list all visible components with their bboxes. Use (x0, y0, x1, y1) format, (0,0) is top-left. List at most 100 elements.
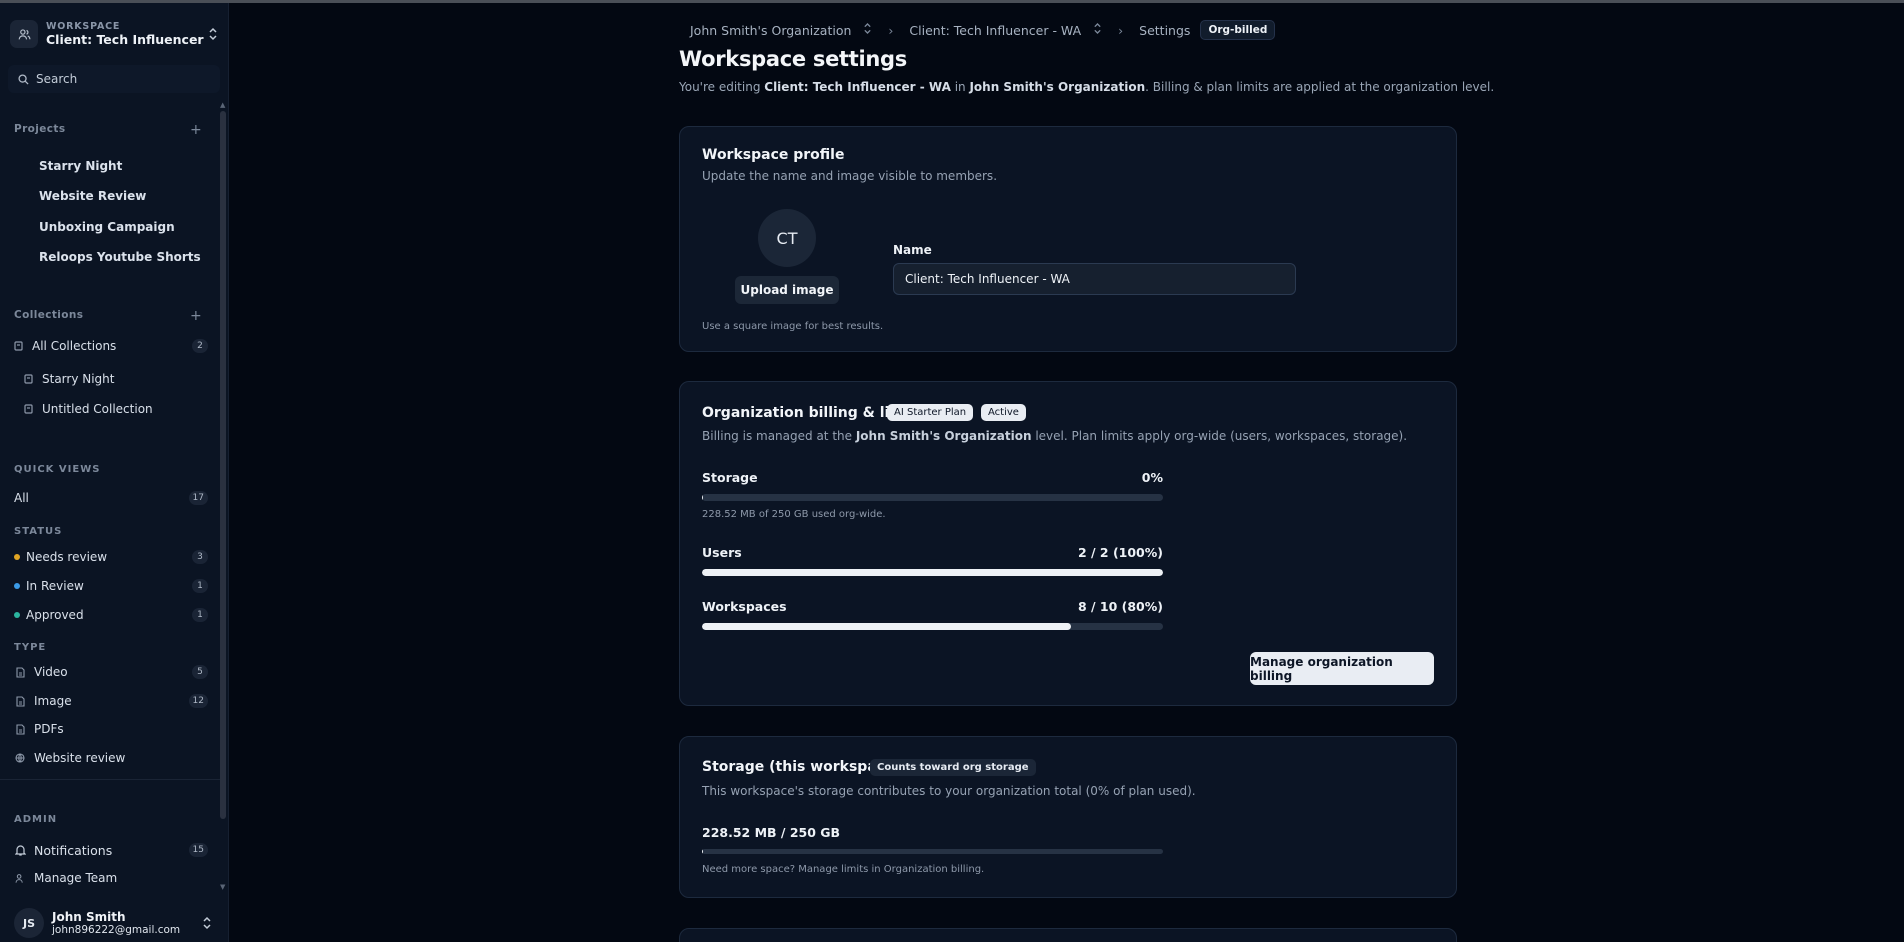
sidebar-divider (0, 779, 222, 780)
storage-progress-bar (702, 494, 1163, 501)
sidebar-item-needs-review[interactable]: Needs review 3 (14, 546, 208, 568)
count-badge: 12 (188, 694, 208, 708)
count-badge: 3 (192, 550, 208, 564)
storage-value: 0% (1141, 470, 1163, 485)
sidebar-item-collection[interactable]: Untitled Collection (12, 398, 208, 420)
window-top-border (0, 0, 1904, 3)
page-title: Workspace settings (679, 47, 907, 71)
file-icon (14, 666, 26, 678)
page-subtitle: You're editing Client: Tech Influencer -… (679, 80, 1495, 94)
collection-icon (22, 403, 34, 415)
storage-usage: 228.52 MB / 250 GB (702, 825, 841, 840)
count-badge: 1 (192, 608, 208, 622)
breadcrumb: John Smith's Organization › Client: Tech… (690, 20, 1276, 40)
bell-icon (14, 844, 26, 856)
sidebar-item-pdfs[interactable]: PDFs (14, 718, 208, 740)
card-subtitle: Billing is managed at the John Smith's O… (702, 429, 1408, 443)
breadcrumb-current: Settings (1139, 22, 1191, 38)
chevron-right-icon: › (888, 22, 894, 38)
search-input[interactable]: Search (8, 65, 220, 93)
chevron-up-down-icon[interactable] (863, 22, 872, 38)
sidebar: WORKSPACE Client: Tech Influencer -... S… (0, 3, 229, 942)
storage-help-note: Need more space? Manage limits in Organi… (702, 864, 985, 875)
workspace-storage-card: Storage (this workspace) Counts toward o… (679, 736, 1457, 898)
sidebar-item-in-review[interactable]: In Review 1 (14, 575, 208, 597)
org-billing-card: Organization billing & limits AI Starter… (679, 381, 1457, 706)
sidebar-item-video[interactable]: Video 5 (14, 661, 208, 683)
sidebar-item-notifications[interactable]: Notifications 15 (14, 839, 208, 861)
quick-views-heading: QUICK VIEWS (14, 464, 101, 475)
next-settings-card (679, 928, 1457, 942)
progress-fill (702, 623, 1071, 630)
count-badge: 17 (188, 491, 208, 505)
manage-org-billing-button[interactable]: Manage organization billing (1250, 652, 1434, 685)
workspace-switcher[interactable]: WORKSPACE Client: Tech Influencer -... (10, 13, 220, 55)
count-badge: 5 (192, 665, 208, 679)
add-project-icon[interactable]: + (190, 123, 202, 137)
search-icon (18, 73, 29, 85)
users-value: 2 / 2 (100%) (1077, 545, 1163, 560)
sidebar-item-manage-team[interactable]: Manage Team (14, 867, 208, 889)
user-email: john896222@gmail.com (52, 924, 181, 936)
upload-hint: Use a square image for best results. (702, 321, 884, 332)
workspace-avatar: CT (758, 209, 816, 267)
chevron-up-down-icon[interactable] (1093, 22, 1102, 38)
status-badge: Active (981, 404, 1026, 421)
avatar: JS (14, 908, 44, 938)
card-title: Workspace profile (702, 147, 845, 163)
count-badge: 2 (192, 339, 208, 353)
org-billed-badge: Org-billed (1200, 20, 1276, 40)
sidebar-scrollbar[interactable] (220, 111, 226, 819)
storage-label: Storage (702, 470, 758, 485)
sidebar-item-collection[interactable]: Starry Night (12, 368, 208, 390)
workspace-storage-bar (702, 849, 1163, 854)
status-heading: STATUS (14, 526, 63, 537)
upload-image-button[interactable]: Upload image (735, 276, 839, 304)
workspace-label: WORKSPACE (46, 21, 121, 32)
scroll-down-arrow[interactable]: ▼ (220, 883, 228, 891)
add-collection-icon[interactable]: + (190, 309, 202, 323)
count-badge: 15 (188, 843, 208, 857)
progress-fill (702, 569, 1163, 576)
chevron-right-icon: › (1118, 22, 1124, 38)
workspace-name-input[interactable] (893, 263, 1296, 295)
sidebar-item-all[interactable]: All 17 (14, 487, 208, 509)
search-placeholder: Search (36, 72, 78, 86)
workspaces-label: Workspaces (702, 599, 787, 614)
workspaces-value: 8 / 10 (80%) (1077, 599, 1163, 614)
file-icon (14, 723, 26, 735)
sidebar-item-image[interactable]: Image 12 (14, 690, 208, 712)
workspace-profile-card: Workspace profile Update the name and im… (679, 126, 1457, 352)
users-progress-bar (702, 569, 1163, 576)
storage-note: 228.52 MB of 250 GB used org-wide. (702, 509, 886, 520)
card-subtitle: This workspace's storage contributes to … (702, 784, 1196, 798)
status-dot (14, 612, 20, 618)
collections-heading: Collections (14, 309, 84, 321)
projects-heading: Projects (14, 123, 66, 135)
card-subtitle: Update the name and image visible to mem… (702, 169, 998, 183)
users-label: Users (702, 545, 742, 560)
project-item[interactable]: Website Review (12, 185, 208, 207)
project-item[interactable]: Reloops Youtube Shorts (12, 246, 208, 268)
chevron-up-down-icon (206, 24, 220, 44)
sidebar-item-all-collections[interactable]: All Collections 2 (12, 335, 208, 357)
status-dot (14, 583, 20, 589)
project-item[interactable]: Unboxing Campaign (12, 216, 208, 238)
user-menu[interactable]: JS John Smith john896222@gmail.com (14, 905, 214, 941)
sidebar-item-website-review[interactable]: Website review (14, 747, 208, 769)
breadcrumb-workspace[interactable]: Client: Tech Influencer - WA (909, 23, 1081, 38)
type-heading: TYPE (14, 642, 47, 653)
name-label: Name (893, 243, 932, 257)
project-item[interactable]: Starry Night (12, 155, 208, 177)
chevron-up-down-icon (200, 913, 214, 933)
workspaces-progress-bar (702, 623, 1163, 630)
users-icon (10, 20, 38, 48)
scroll-up-arrow[interactable]: ▲ (220, 101, 228, 109)
users-icon (14, 872, 26, 884)
admin-heading: ADMIN (14, 814, 58, 825)
breadcrumb-org[interactable]: John Smith's Organization (690, 23, 851, 38)
sidebar-item-approved[interactable]: Approved 1 (14, 604, 208, 626)
file-icon (14, 695, 26, 707)
plan-badge: AI Starter Plan (887, 404, 974, 421)
collection-icon (12, 340, 24, 352)
